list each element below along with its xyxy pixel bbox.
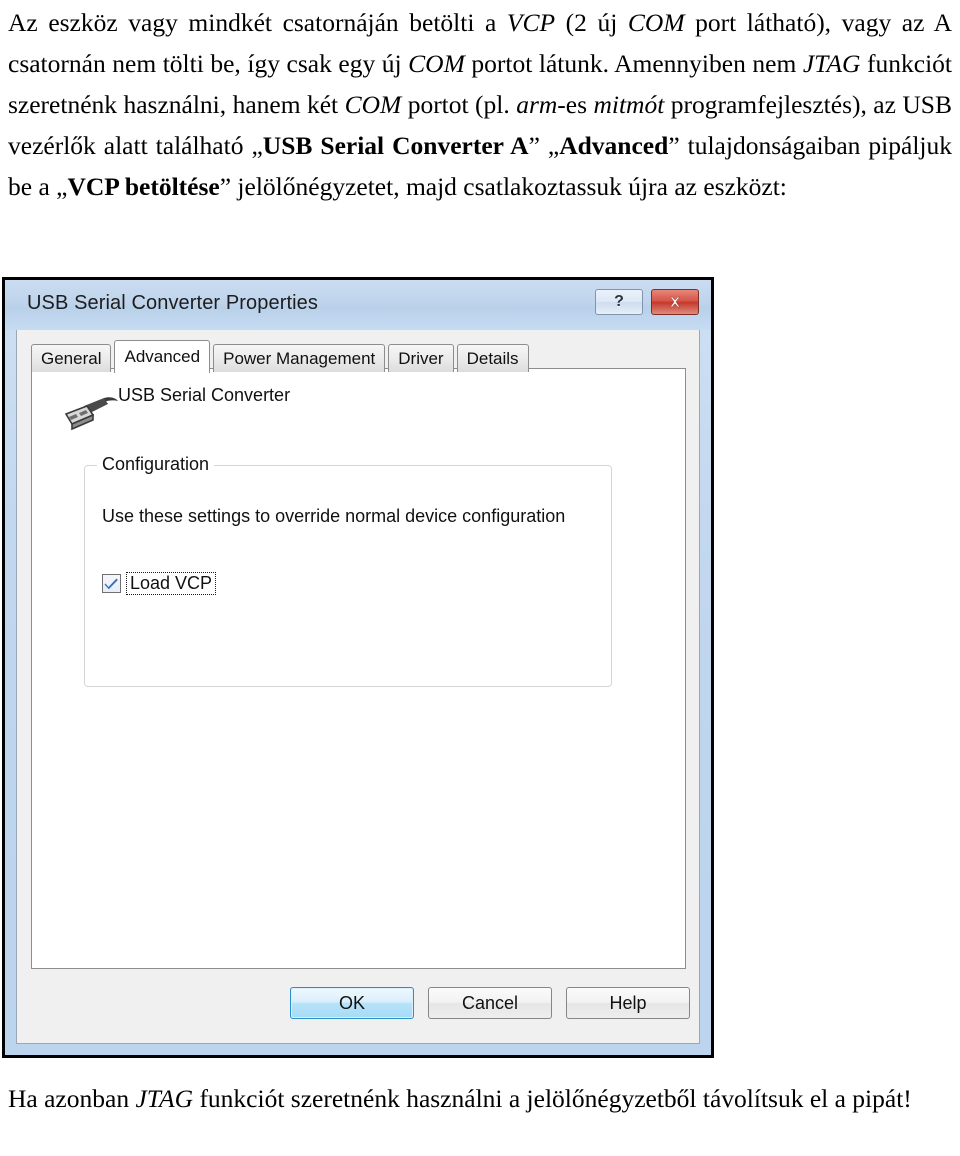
intro-paragraph: Az eszköz vagy mindkét csatornáján betöl… [8, 8, 953, 201]
cancel-button[interactable]: Cancel [428, 987, 552, 1019]
ok-button-label: OK [338, 992, 365, 1013]
help-button-label: Help [609, 992, 647, 1013]
question-mark-icon: ? [614, 293, 624, 310]
tab-general-label: General [41, 348, 102, 368]
tab-strip: General Advanced Power Management Driver… [31, 340, 532, 373]
help-button[interactable]: Help [566, 987, 690, 1019]
tab-power-management-label: Power Management [223, 348, 376, 368]
dialog-client-area: General Advanced Power Management Driver… [16, 330, 700, 1044]
titlebar-help-button[interactable]: ? [595, 289, 643, 315]
properties-window: USB Serial Converter Properties ? Genera… [5, 280, 711, 1055]
device-name-label: USB Serial Converter [118, 385, 291, 405]
tab-details[interactable]: Details [456, 344, 529, 372]
tab-general[interactable]: General [31, 344, 112, 372]
load-vcp-checkbox[interactable] [102, 573, 121, 593]
cancel-button-label: Cancel [461, 992, 519, 1013]
dialog-screenshot-figure: USB Serial Converter Properties ? Genera… [2, 277, 714, 1058]
tab-driver-label: Driver [398, 348, 444, 368]
override-description-label: Use these settings to override normal de… [102, 506, 566, 526]
dialog-button-row: OK Cancel Help [17, 975, 701, 1035]
window-titlebar: USB Serial Converter Properties ? [5, 280, 711, 330]
tab-advanced[interactable]: Advanced [114, 340, 211, 373]
tab-power-management[interactable]: Power Management [213, 344, 386, 372]
titlebar-close-button[interactable] [651, 289, 699, 315]
checkmark-icon [104, 578, 118, 590]
tab-details-label: Details [466, 348, 519, 368]
close-icon [670, 296, 680, 308]
load-vcp-row[interactable]: Load VCP [102, 572, 217, 595]
configuration-groupbox-legend: Configuration [97, 454, 215, 475]
usb-connector-icon [64, 397, 118, 431]
configuration-groupbox: Configuration Use these settings to over… [84, 454, 612, 687]
tab-driver[interactable]: Driver [388, 344, 454, 372]
closing-paragraph: Ha azonban JTAG funkciót szeretnénk hasz… [8, 1084, 912, 1113]
advanced-tab-panel: USB Serial Converter Configuration Use t… [31, 368, 686, 969]
tab-advanced-label: Advanced [124, 347, 201, 366]
ok-button[interactable]: OK [290, 987, 414, 1019]
load-vcp-label[interactable]: Load VCP [126, 572, 217, 595]
window-title: USB Serial Converter Properties [27, 292, 318, 314]
